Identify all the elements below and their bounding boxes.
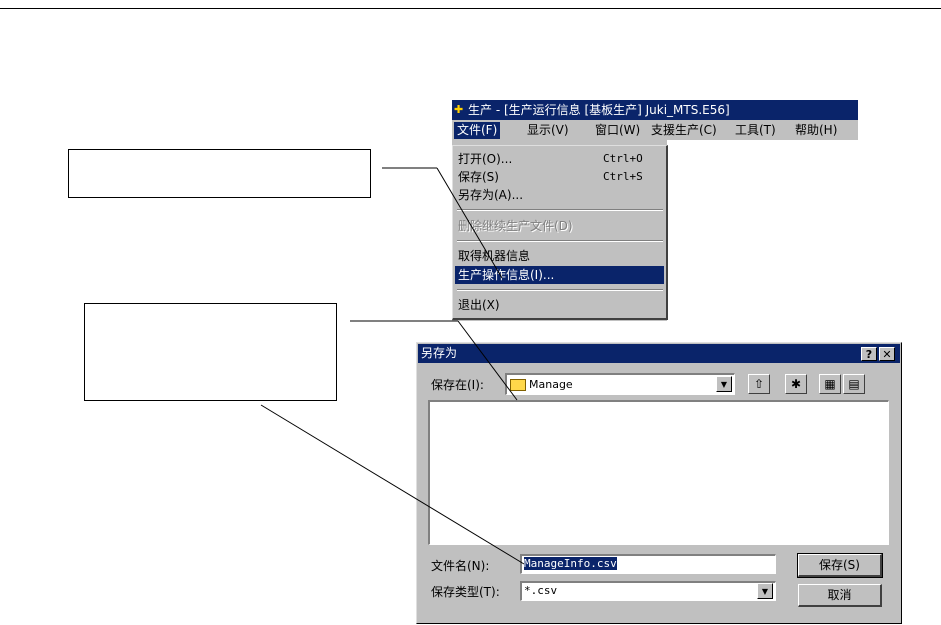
leader-line xyxy=(457,320,518,401)
leader-line xyxy=(260,404,525,565)
leader-line xyxy=(436,167,503,279)
callout-leader-lines xyxy=(260,167,525,565)
